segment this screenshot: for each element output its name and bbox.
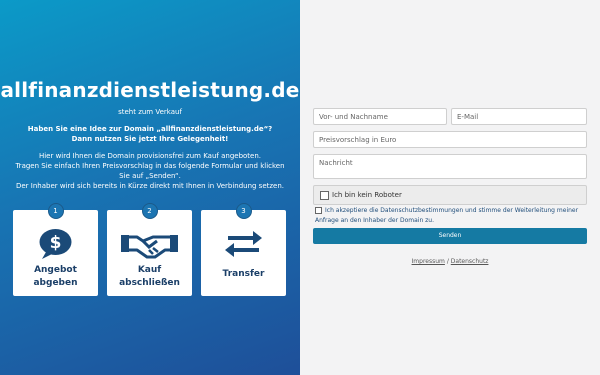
step-label-line-2: abgeben bbox=[33, 278, 78, 288]
step-label: Transfer bbox=[201, 268, 286, 281]
step-label: Kauf abschließen bbox=[107, 264, 192, 290]
description-line-3: Der Inhaber wird sich bereits in Kürze d… bbox=[15, 182, 285, 190]
message-textarea[interactable]: Nachricht bbox=[313, 154, 587, 179]
description-line-1: Hier wird Ihnen die Domain provisionsfre… bbox=[38, 152, 262, 160]
step-card-purchase: 2 Kauf abschließen bbox=[107, 203, 192, 296]
step-number: 2 bbox=[141, 203, 158, 219]
captcha-box[interactable]: Ich bin kein Roboter bbox=[313, 185, 587, 205]
step-label-line-1: Transfer bbox=[222, 269, 265, 279]
description-line-2: Tragen Sie einfach Ihren Preisvorschlag … bbox=[15, 162, 285, 180]
step-label-line-1: Angebot bbox=[34, 265, 77, 275]
price-input[interactable]: Preisvorschlag in Euro bbox=[313, 131, 587, 148]
captcha-checkbox[interactable] bbox=[320, 191, 329, 200]
step-number: 1 bbox=[47, 203, 64, 219]
step-label-line-1: Kauf bbox=[137, 265, 162, 275]
step-card-transfer: 3 Transfer bbox=[201, 203, 286, 296]
step-card-offer: 1 $ Angebot abgeben bbox=[13, 203, 98, 296]
submit-button[interactable]: Senden bbox=[313, 228, 587, 244]
domain-title: allfinanzdienstleistung.de bbox=[0, 78, 300, 102]
headline-line-1: Haben Sie eine Idee zur Domain „allfinan… bbox=[27, 125, 273, 133]
footer-separator: / bbox=[446, 258, 449, 265]
money-chat-icon: $ bbox=[39, 229, 72, 259]
consent-row: Ich akzeptiere die Datenschutzbestimmung… bbox=[315, 206, 587, 226]
captcha-label: Ich bin kein Roboter bbox=[332, 191, 402, 199]
svg-text:$: $ bbox=[50, 233, 62, 253]
left-panel: allfinanzdienstleistung.de steht zum Ver… bbox=[0, 0, 300, 375]
handshake-icon bbox=[121, 235, 178, 259]
sale-status: steht zum Verkauf bbox=[118, 108, 182, 116]
step-label: Angebot abgeben bbox=[13, 264, 98, 290]
consent-text: Ich akzeptiere die Datenschutzbestimmung… bbox=[315, 207, 579, 224]
description: Hier wird Ihnen die Domain provisionsfre… bbox=[10, 151, 290, 191]
footer-links: Impressum / Datenschutz bbox=[300, 258, 600, 265]
impressum-link[interactable]: Impressum bbox=[412, 258, 445, 265]
step-number: 3 bbox=[235, 203, 252, 219]
transfer-arrows-icon bbox=[225, 231, 262, 257]
datenschutz-link[interactable]: Datenschutz bbox=[451, 258, 489, 265]
headline: Haben Sie eine Idee zur Domain „allfinan… bbox=[10, 124, 290, 144]
email-input[interactable]: E-Mail bbox=[451, 108, 587, 125]
consent-checkbox[interactable] bbox=[315, 207, 322, 214]
step-label-line-2: abschließen bbox=[119, 278, 180, 288]
name-input[interactable]: Vor- und Nachname bbox=[313, 108, 447, 125]
headline-line-2: Dann nutzen Sie jetzt Ihre Gelegenheit! bbox=[71, 135, 229, 143]
